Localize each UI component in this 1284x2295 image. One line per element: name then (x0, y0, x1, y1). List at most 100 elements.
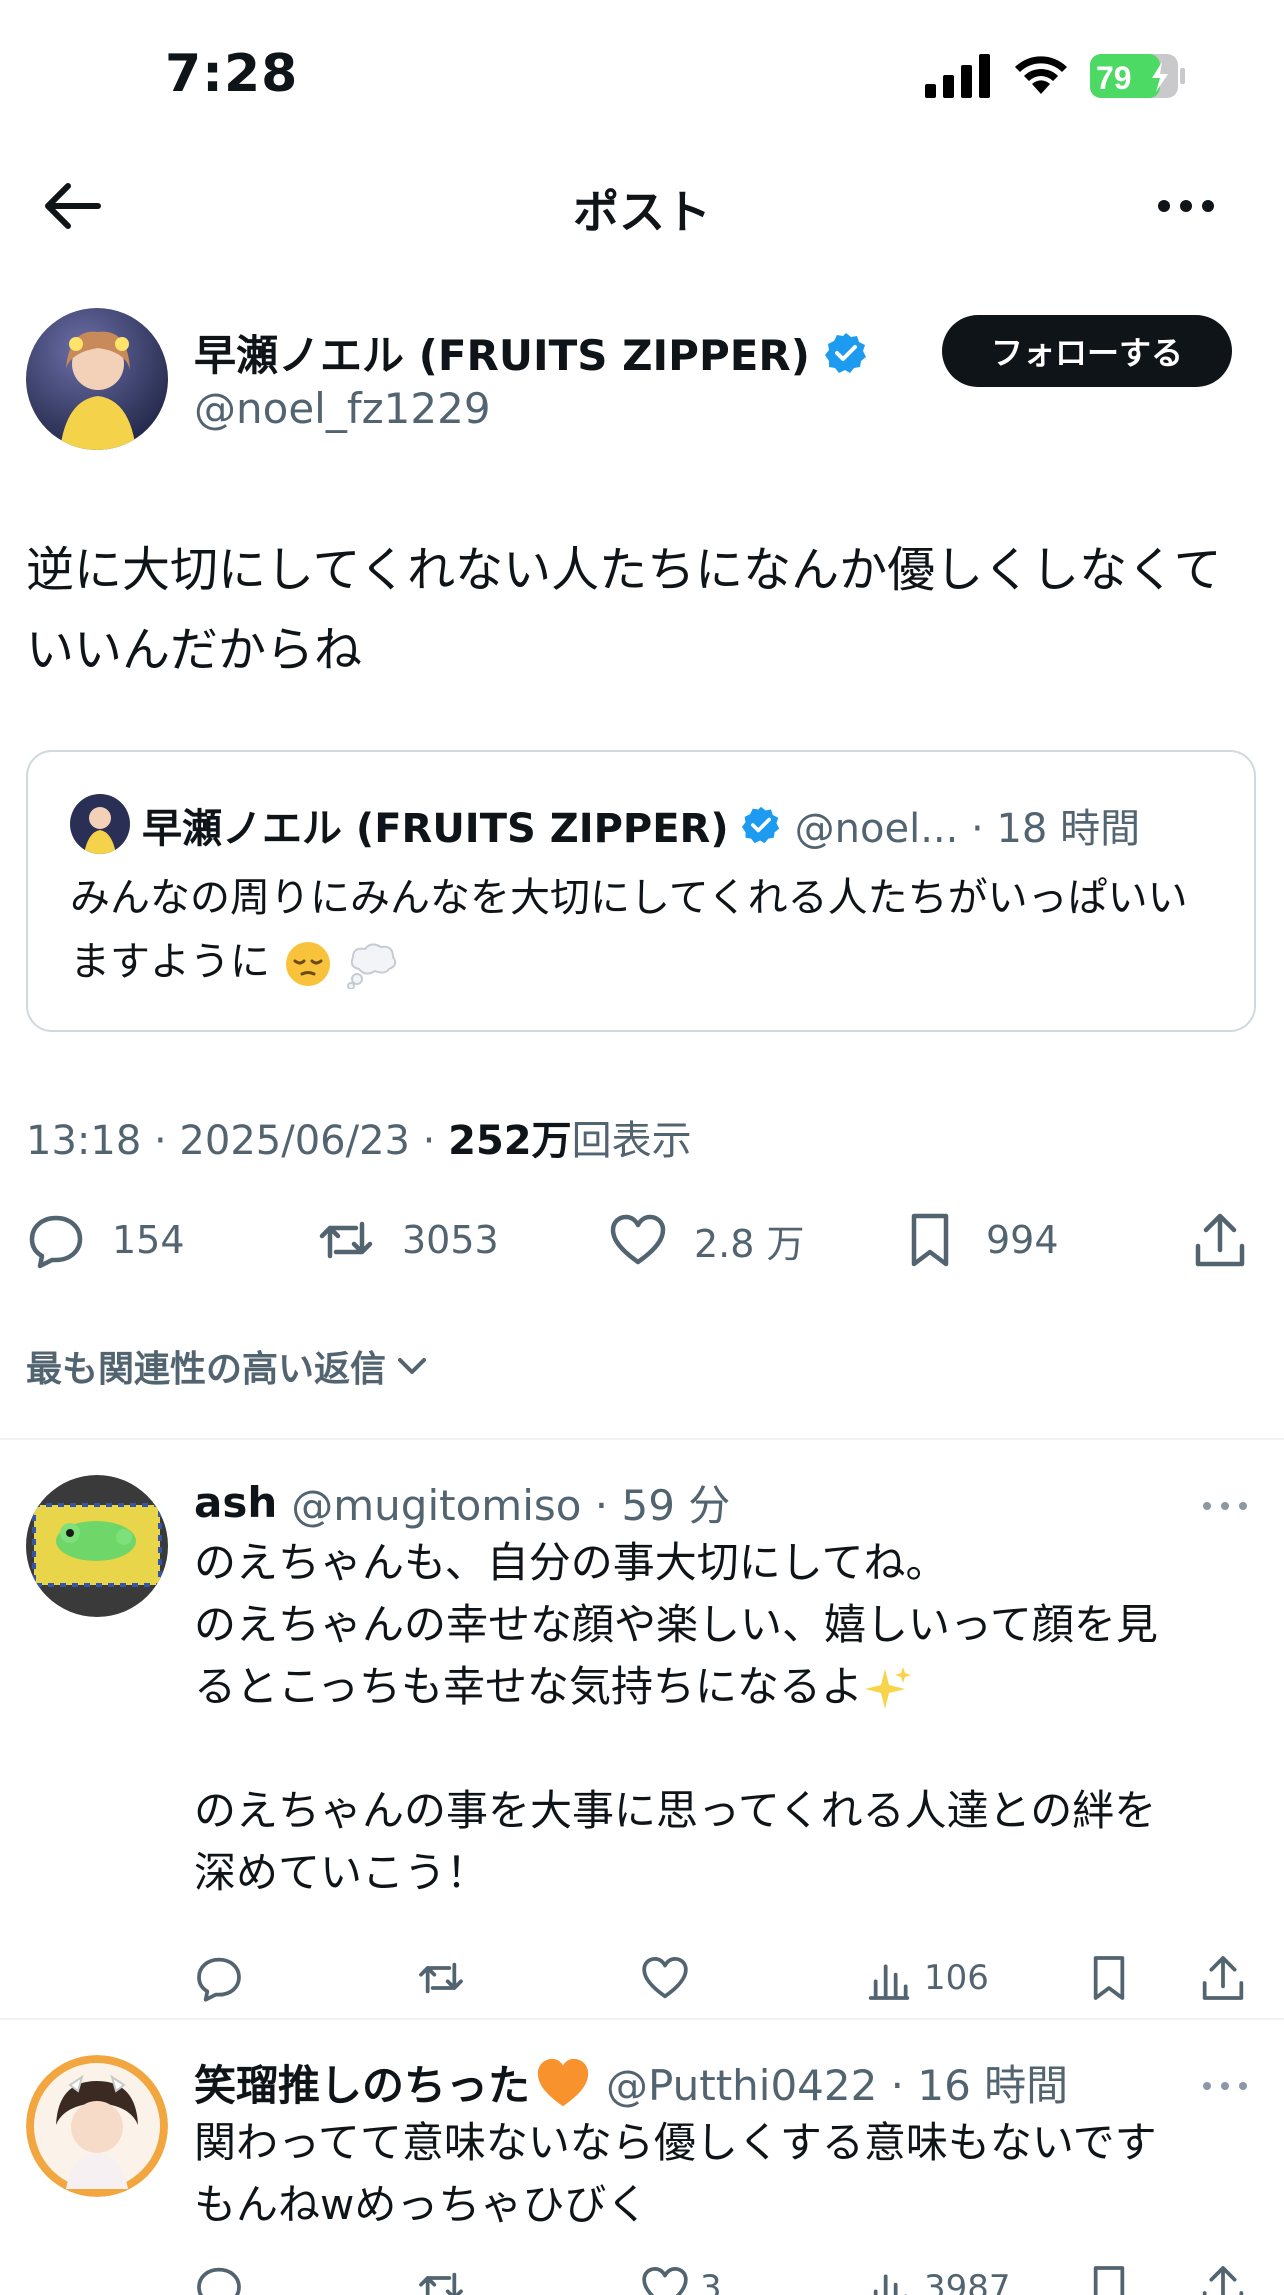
reply-meta: @Putthi0422 · 16 時間 (606, 2061, 1069, 2110)
share-button[interactable] (1198, 2260, 1248, 2295)
reply-line: のえちゃんも、自分の事大切にしてね。 (194, 1538, 948, 1587)
bookmark-count: 994 (986, 1218, 1059, 1262)
reply-line: るとこっちも幸せな気持ちになるよ (194, 1656, 1254, 1718)
post-timestamp: 13:18 · 2025/06/23 · (26, 1118, 449, 1164)
share-icon (1195, 1213, 1245, 1267)
repost-button[interactable] (416, 2260, 466, 2295)
reply-author-name[interactable]: ash (194, 1478, 277, 1527)
reply-text: 関わってて意味ないなら優しくする意味もないです もんねwめっちゃひびく (194, 2112, 1254, 2236)
reply-button[interactable] (194, 2260, 244, 2295)
reply-item[interactable]: ash @mugitomiso · 59 分 のえちゃんも、自分の事大切にしてね… (0, 1440, 1284, 2018)
post-action-bar: 154 3053 2.8 万 994 (0, 1205, 1284, 1275)
reply-action-bar: 106 (194, 1950, 1256, 2006)
reply-line: のえちゃんの事を大事に思ってくれる人達との絆を (194, 1786, 1157, 1835)
quote-text-block: みんなの周りにみんなを大切にしてくれる人たちがいっぱいいますように (70, 866, 1220, 994)
bookmark-button[interactable] (1084, 1950, 1134, 2006)
bookmark-icon (911, 1213, 949, 1267)
signal-icon (925, 54, 990, 98)
share-icon (1202, 2266, 1244, 2295)
bookmark-button[interactable] (1084, 2260, 1134, 2295)
reply-action-bar: 3 3987 (194, 2260, 1256, 2295)
repost-icon (419, 1962, 463, 1994)
reply-header: ash @mugitomiso · 59 分 (194, 1472, 730, 1533)
views-button[interactable]: 106 (864, 1950, 989, 2006)
post-text: 逆に大切にしてくれない人たちになんか優しくしなくていいんだからね (26, 542, 1222, 678)
reply-line: 関わってて意味ないなら優しくする意味もないです (194, 2118, 1157, 2167)
quote-author-name: 早瀬ノエル (FRUITS ZIPPER) (142, 806, 729, 852)
quoted-post[interactable]: 早瀬ノエル (FRUITS ZIPPER) @noel... · 18 時間 み… (26, 750, 1256, 1032)
status-time: 7:28 (165, 44, 299, 104)
reply-button[interactable] (194, 1950, 244, 2006)
share-button[interactable] (1190, 1205, 1250, 1275)
more-icon[interactable] (1150, 178, 1222, 234)
wifi-icon (1015, 56, 1067, 94)
view-count: 3987 (924, 2268, 1011, 2295)
more-icon[interactable] (1200, 1496, 1250, 1516)
view-label: 回表示 (571, 1118, 692, 1164)
repost-icon (319, 1221, 373, 1259)
reply-sort-dropdown[interactable]: 最も関連性の高い返信 (26, 1340, 432, 1392)
quote-meta: @noel... · 18 時間 (794, 806, 1141, 852)
orange-heart-emoji-icon (537, 2058, 589, 2106)
reply-icon (197, 2267, 241, 2295)
nav-bar: ポスト (0, 150, 1284, 260)
like-count: 2.8 万 (694, 1221, 805, 1266)
verified-badge-icon (824, 332, 866, 373)
like-count: 3 (700, 2268, 722, 2295)
reply-text: のえちゃんも、自分の事大切にしてね。 のえちゃんの幸せな顔や楽しい、嬉しいって顔… (194, 1532, 1254, 1904)
heart-icon (610, 1214, 666, 1265)
view-count: 252万 (448, 1118, 572, 1164)
page-title: ポスト (573, 185, 711, 239)
battery-icon: 79 (1090, 54, 1186, 98)
thought-balloon-emoji-icon (347, 943, 397, 989)
reply-line: のえちゃんの幸せな顔や楽しい、嬉しいって顔を見 (194, 1600, 1158, 1649)
status-bar: 7:28 79 (0, 0, 1284, 150)
reply-item[interactable]: 笑瑠推しのちった @Putthi0422 · 16 時間 関わってて意味ないなら… (0, 2020, 1284, 2295)
quote-header: 早瀬ノエル (FRUITS ZIPPER) @noel... · 18 時間 (142, 796, 1140, 854)
reply-icon (197, 1957, 241, 2002)
more-icon[interactable] (1200, 2076, 1250, 2096)
share-button[interactable] (1198, 1950, 1248, 2006)
reply-button[interactable]: 154 (26, 1205, 185, 1275)
quote-text: みんなの周りにみんなを大切にしてくれる人たちがいっぱいいますように (70, 875, 1188, 985)
repost-button[interactable] (416, 1950, 466, 2006)
author-name[interactable]: 早瀬ノエル (FRUITS ZIPPER) (194, 322, 810, 383)
like-button[interactable]: 2.8 万 (608, 1205, 805, 1275)
analytics-icon (868, 1964, 910, 2000)
chevron-down-icon (398, 1358, 427, 1374)
reply-avatar[interactable] (26, 1475, 168, 1617)
bookmark-icon (1093, 1956, 1125, 2000)
reply-count: 154 (112, 1218, 185, 1262)
views-button[interactable]: 3987 (864, 2260, 1011, 2295)
heart-icon (642, 2266, 688, 2295)
bookmark-icon (1093, 2266, 1125, 2295)
repost-icon (419, 2272, 463, 2295)
like-button[interactable]: 3 (640, 2260, 722, 2295)
reply-meta: @mugitomiso · 59 分 (291, 1481, 731, 1530)
quote-avatar (70, 794, 130, 854)
repost-count: 3053 (402, 1218, 499, 1262)
reply-line: もんねwめっちゃひびく (194, 2180, 649, 2229)
battery-level: 79 (1096, 60, 1132, 96)
reply-icon (29, 1215, 83, 1269)
post-meta: 13:18 · 2025/06/23 · 252万回表示 (26, 1108, 692, 1166)
reply-blank-line (194, 1718, 1254, 1780)
reply-line: 深めていこう！ (194, 1848, 489, 1897)
pensive-face-emoji-icon (285, 942, 330, 986)
author-name-row[interactable]: 早瀬ノエル (FRUITS ZIPPER) (194, 322, 868, 383)
reply-header: 笑瑠推しのちった @Putthi0422 · 16 時間 (194, 2052, 1068, 2113)
share-icon (1202, 1956, 1244, 2000)
heart-icon (642, 1956, 688, 1999)
author-avatar[interactable] (26, 308, 168, 450)
verified-badge-icon (741, 806, 779, 844)
sort-label: 最も関連性の高い返信 (26, 1349, 387, 1390)
bookmark-button[interactable]: 994 (900, 1205, 1059, 1275)
reply-avatar[interactable] (26, 2055, 168, 2197)
repost-button[interactable]: 3053 (316, 1205, 499, 1275)
like-button[interactable] (640, 1950, 690, 2006)
analytics-icon (873, 2274, 907, 2295)
sparkles-emoji-icon (865, 1666, 912, 1709)
follow-button[interactable]: フォローする (942, 315, 1232, 387)
reply-author-name[interactable]: 笑瑠推しのちった (194, 2052, 530, 2113)
author-handle[interactable]: @noel_fz1229 (194, 384, 491, 433)
